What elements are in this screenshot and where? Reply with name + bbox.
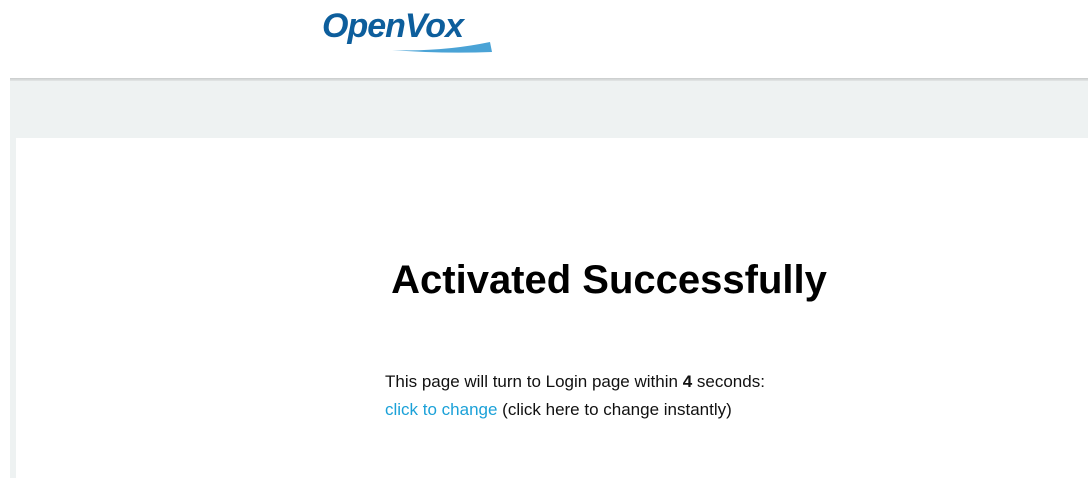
change-line: click to change (click here to change in… [385,396,765,424]
countdown-suffix: seconds: [692,372,765,391]
page-title: Activated Successfully [391,258,827,302]
logo-swoosh-icon [392,42,492,53]
page-header: OpenVox [0,0,1088,78]
countdown-line: This page will turn to Login page within… [385,368,765,396]
click-to-change-link[interactable]: click to change [385,400,497,419]
countdown-prefix: This page will turn to Login page within [385,372,683,391]
content-panel: Activated Successfully This page will tu… [16,138,1088,478]
openvox-logo: OpenVox [322,6,494,53]
countdown-seconds: 4 [682,372,693,391]
change-note: (click here to change instantly) [497,400,732,419]
redirect-message: This page will turn to Login page within… [385,368,765,424]
